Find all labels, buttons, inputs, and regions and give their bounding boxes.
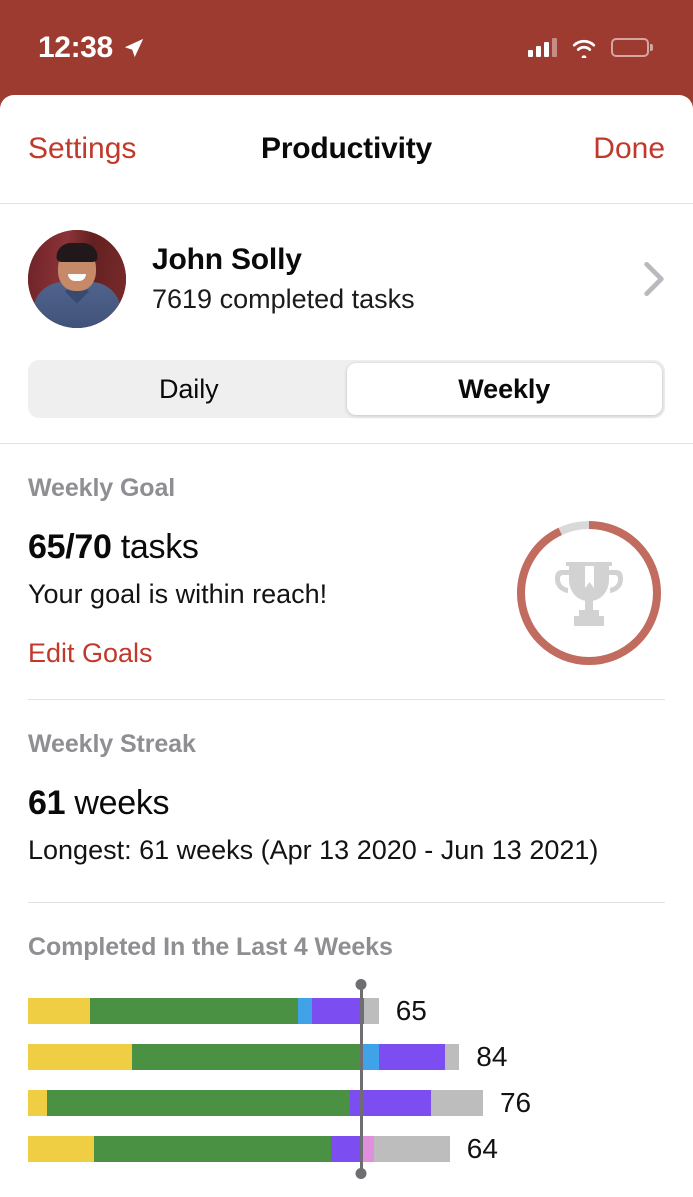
chart-bar-row: 65 [28,988,665,1034]
weekly-streak-value-line: 61 weeks [28,783,665,824]
bar-segment-yellow [28,998,90,1025]
profile-row[interactable]: John Solly 7619 completed tasks [0,204,693,328]
bar-segment-blue [298,998,313,1025]
goal-line-dot-top [355,979,367,991]
bar-segment-green [46,1090,351,1117]
bar-value-label: 76 [499,1087,532,1119]
profile-text: John Solly 7619 completed tasks [152,241,617,318]
weekly-streak-unit: weeks [65,784,170,823]
stacked-bar [28,1090,483,1117]
period-segmented-control[interactable]: Daily Weekly [28,360,665,418]
bar-segment-gray [430,1090,483,1117]
weekly-goal-message: Your goal is within reach! [28,578,328,609]
stacked-bar [28,1044,460,1071]
trophy-icon [555,562,623,626]
settings-sheet: Settings Productivity Done John Solly 76… [0,95,693,1197]
bar-segment-gray [445,1044,460,1071]
chart-bar-row: 76 [28,1080,665,1126]
wifi-icon [572,39,595,58]
tab-daily[interactable]: Daily [31,363,347,415]
bar-value-label: 64 [466,1133,498,1165]
chart-bar-row: 84 [28,1034,665,1080]
status-bar-clock: 12:38 [38,30,113,64]
bar-segment-green [94,1136,332,1163]
bar-value-label: 84 [476,1041,508,1073]
goal-progress-ring [513,517,665,669]
weekly-goal-progress-unit: tasks [111,528,199,566]
bar-value-label: 65 [395,995,427,1027]
weekly-goal-progress: 65/70 tasks [28,527,493,568]
weekly-goal-title: Weekly Goal [28,474,176,502]
bar-segment-green [89,998,299,1025]
bar-segment-purple [331,1136,360,1163]
bar-segment-purple [378,1044,446,1071]
goal-line [355,979,367,1180]
weekly-bars-chart: 65 84 76 64 [0,962,693,1197]
period-segmented-control-wrap: Daily Weekly [0,328,693,418]
back-to-settings-button[interactable]: Settings [28,132,136,166]
bar-segment-yellow [28,1044,133,1071]
profile-subtitle: 7619 completed tasks [152,283,415,314]
battery-icon [610,38,653,57]
chart-section-title: Completed In the Last 4 Weeks [28,933,393,962]
done-button[interactable]: Done [593,132,665,166]
weekly-streak-title: Weekly Streak [28,730,196,759]
chevron-right-icon [644,261,664,297]
bar-segment-green [132,1044,360,1071]
weekly-streak-longest: Longest: 61 weeks (Apr 13 2020 - Jun 13 … [28,835,599,866]
chart-section: Completed In the Last 4 Weeks [0,903,693,962]
segmented-divider [0,418,693,444]
chart-bar-row: 64 [28,1126,665,1172]
status-bar: 12:38 [0,0,693,95]
status-bar-right [527,38,653,58]
profile-name: John Solly [152,242,302,276]
bar-segment-yellow [28,1090,47,1117]
weekly-goal-section: Weekly Goal 65/70 tasks Your goal is wit… [0,444,693,669]
weekly-goal-progress-value: 65/70 [28,528,112,566]
avatar [28,230,126,328]
bar-segment-purple [312,998,365,1025]
weekly-streak-section: Weekly Streak 61 weeks Longest: 61 weeks… [0,700,693,868]
bar-segment-yellow [28,1136,95,1163]
stacked-bar [28,998,379,1025]
tab-weekly[interactable]: Weekly [346,363,662,415]
bar-segment-gray [373,1136,450,1163]
goal-line-dot-bottom [355,1168,367,1180]
weekly-streak-value: 61 [28,784,66,823]
edit-goals-link[interactable]: Edit Goals [28,638,153,669]
location-arrow-icon [124,38,143,57]
cellular-bars-icon [527,38,557,57]
status-bar-left: 12:38 [38,30,145,64]
stacked-bar [28,1136,450,1163]
navigation-bar: Settings Productivity Done [0,95,693,204]
bar-segment-gray [364,998,379,1025]
